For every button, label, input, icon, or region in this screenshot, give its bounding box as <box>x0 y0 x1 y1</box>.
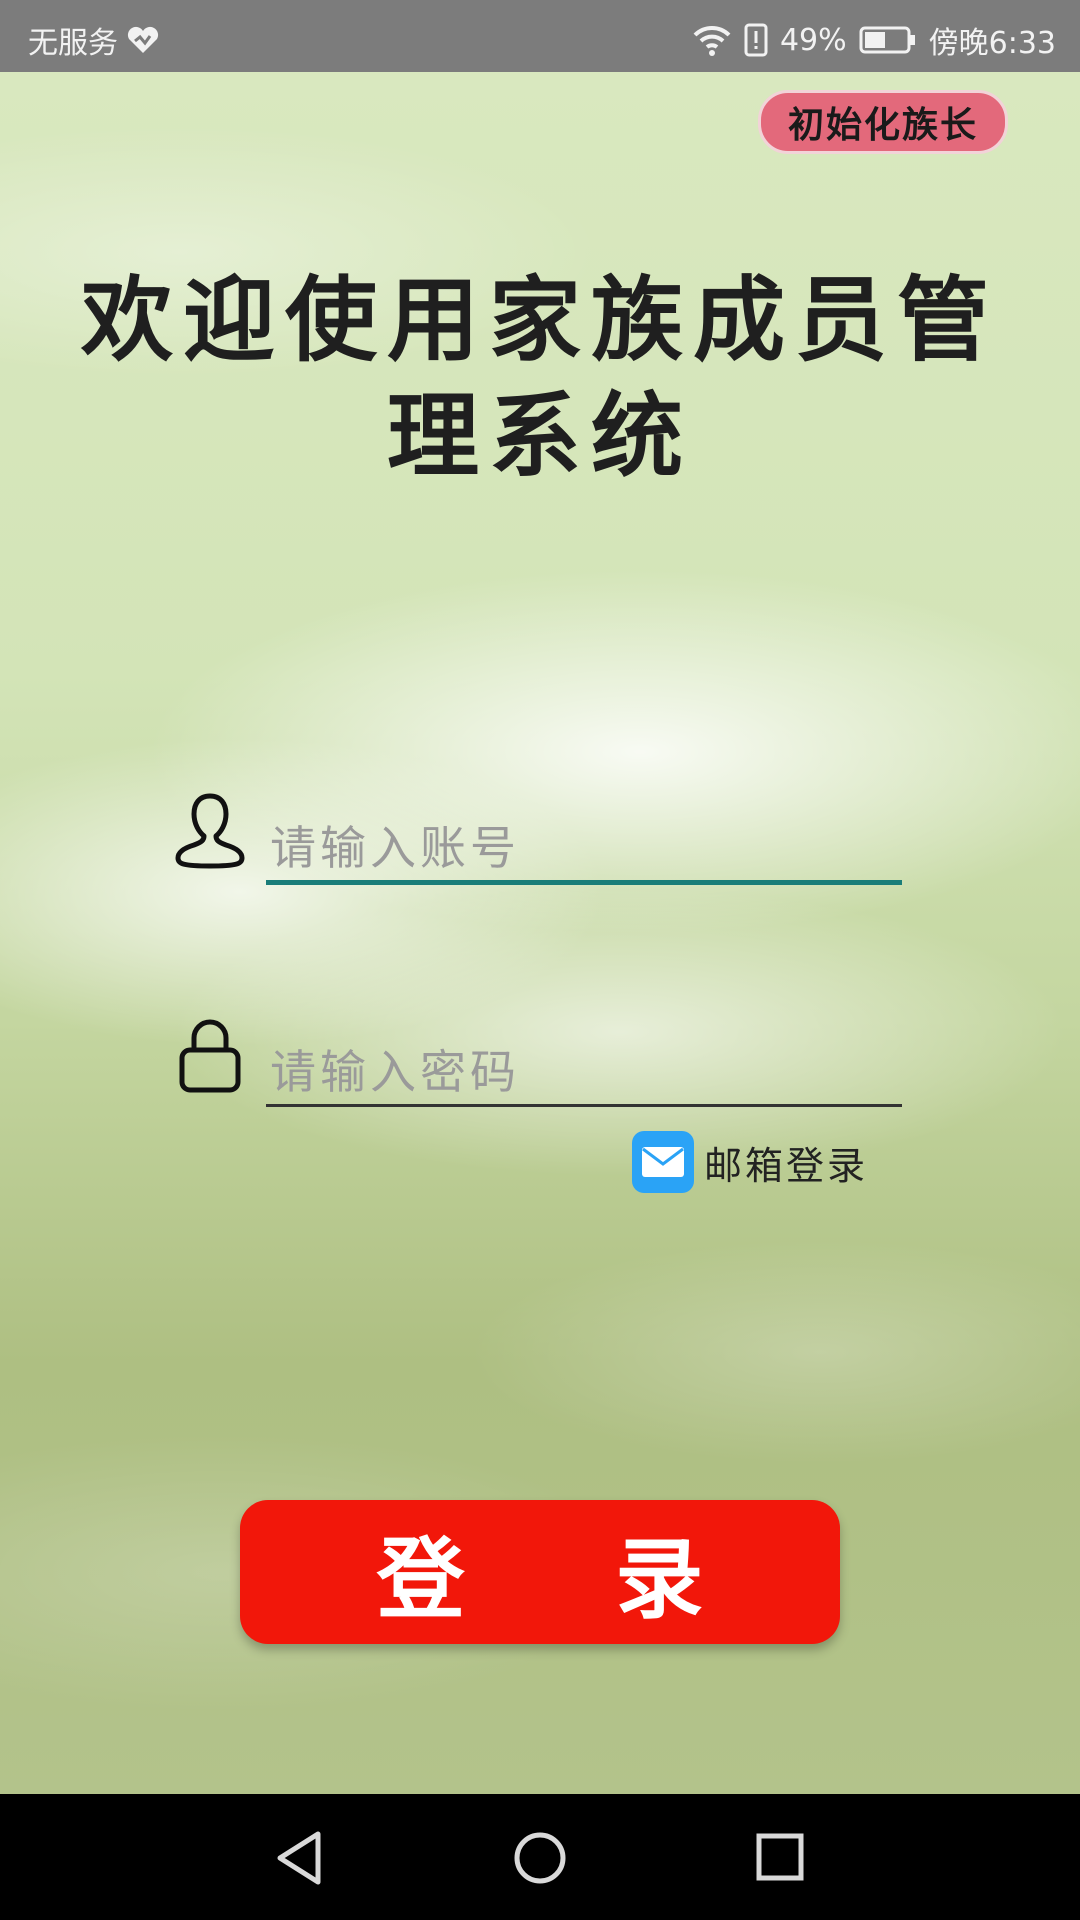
user-icon <box>174 790 246 874</box>
password-field[interactable] <box>266 1040 906 1107</box>
init-patriarch-button[interactable]: 初始化族长 <box>758 90 1008 154</box>
back-icon[interactable] <box>274 1830 324 1890</box>
navigation-bar <box>0 1794 1080 1920</box>
login-button[interactable]: 登 录 <box>240 1500 840 1644</box>
page-title: 欢迎使用家族成员管理系统 <box>80 266 999 490</box>
recents-icon[interactable] <box>756 1830 804 1890</box>
heart-signal-icon <box>126 25 160 55</box>
wifi-icon <box>692 23 732 57</box>
carrier-text: 无服务 <box>28 26 118 61</box>
email-login-label[interactable]: 邮箱登录 <box>704 1135 868 1190</box>
account-field[interactable] <box>266 816 906 885</box>
login-screen: 初始化族长 欢迎使用家族成员管理系统 邮箱登录 登 录 <box>0 72 1080 1794</box>
account-input[interactable] <box>266 816 906 880</box>
status-left: 无服务 <box>28 18 160 62</box>
password-input[interactable] <box>266 1040 906 1104</box>
battery-icon <box>859 25 917 55</box>
home-icon[interactable] <box>514 1830 566 1890</box>
status-right: 49% 傍晚6:33 <box>692 18 1056 62</box>
clock-time: 傍晚6:33 <box>928 26 1056 61</box>
mail-icon[interactable] <box>632 1131 694 1193</box>
battery-percent: 49% <box>779 22 847 58</box>
alert-sim-icon <box>744 23 768 57</box>
status-bar: 无服务 49% 傍晚6:33 <box>0 0 1080 72</box>
lock-icon <box>178 1018 242 1098</box>
email-login-link[interactable]: 邮箱登录 <box>632 1130 868 1194</box>
